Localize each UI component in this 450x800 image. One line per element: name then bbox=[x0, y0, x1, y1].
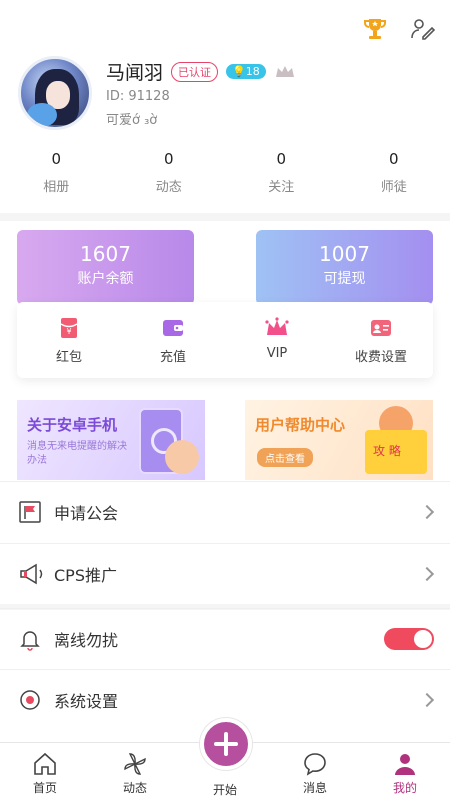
tab-home[interactable]: 首页 bbox=[0, 743, 90, 800]
stat-posts[interactable]: 0 动态 bbox=[113, 150, 226, 195]
tab-mine[interactable]: 我的 bbox=[360, 743, 450, 800]
vip-crown-icon[interactable] bbox=[274, 63, 296, 81]
wallet-section: 1607 账户余额 1007 可提现 ¥ 红包 充值 VIP 收费设置 bbox=[17, 230, 433, 378]
stat-label: 相册 bbox=[43, 180, 70, 195]
banner-subtitle: 消息无来电提醒的解决办法 bbox=[27, 441, 127, 466]
vip-button[interactable]: VIP bbox=[225, 302, 329, 378]
trophy-icon[interactable] bbox=[362, 16, 388, 42]
user-signature: 可爱ớ ₃ờ bbox=[106, 113, 158, 128]
verified-badge: 已认证 bbox=[171, 61, 219, 82]
avatar[interactable] bbox=[18, 56, 92, 130]
stat-value: 0 bbox=[163, 150, 174, 168]
tab-label: 我的 bbox=[392, 781, 417, 795]
menu-item-apply-guild[interactable]: 申请公会 bbox=[0, 481, 450, 541]
chevron-right-icon bbox=[419, 692, 435, 707]
action-label: 充值 bbox=[159, 350, 186, 365]
top-icons bbox=[362, 16, 436, 42]
chat-icon bbox=[302, 751, 328, 777]
red-packet-icon: ¥ bbox=[57, 316, 81, 340]
bell-icon bbox=[18, 627, 42, 651]
pinwheel-icon bbox=[122, 751, 148, 777]
user-id: ID: 91128 bbox=[106, 89, 170, 104]
withdraw-amount: 1007 bbox=[319, 242, 370, 266]
name-row: 马闻羽 已认证 💡18 bbox=[106, 58, 296, 85]
red-packet-button[interactable]: ¥ 红包 bbox=[17, 302, 121, 378]
guide-book-illustration bbox=[365, 430, 427, 474]
settings-icon bbox=[18, 688, 42, 712]
profile-header: 马闻羽 已认证 💡18 ID: 91128 可爱ớ ₃ờ bbox=[18, 56, 432, 131]
android-tips-banner[interactable]: 关于安卓手机 消息无来电提醒的解决办法 bbox=[17, 400, 205, 480]
stat-mentors[interactable]: 0 师徒 bbox=[338, 150, 450, 195]
svg-text:¥: ¥ bbox=[66, 327, 71, 336]
stat-following[interactable]: 0 关注 bbox=[225, 150, 338, 195]
recharge-button[interactable]: 充值 bbox=[121, 302, 225, 378]
banner-row: 关于安卓手机 消息无来电提醒的解决办法 用户帮助中心 点击查看 bbox=[17, 400, 433, 480]
withdraw-label: 可提现 bbox=[323, 271, 366, 287]
tab-label: 动态 bbox=[122, 781, 147, 795]
stat-value: 0 bbox=[276, 150, 287, 168]
bulb-icon: 💡 bbox=[232, 65, 246, 78]
menu-item-offline-dnd[interactable]: 离线勿扰 bbox=[0, 608, 450, 668]
tab-label: 首页 bbox=[32, 781, 57, 795]
hand-illustration bbox=[165, 440, 199, 474]
balance-card[interactable]: 1607 账户余额 bbox=[17, 230, 194, 305]
start-plus-button[interactable] bbox=[200, 718, 252, 770]
banner-title: 用户帮助中心 bbox=[255, 416, 346, 434]
edit-profile-icon[interactable] bbox=[410, 16, 436, 42]
chevron-right-icon bbox=[419, 504, 435, 519]
action-label: 收费设置 bbox=[354, 350, 407, 365]
balance-label: 账户余额 bbox=[77, 271, 134, 287]
stat-label: 动态 bbox=[155, 180, 182, 195]
stat-value: 0 bbox=[51, 150, 62, 168]
banner-title: 关于安卓手机 bbox=[27, 416, 118, 434]
id-card-icon bbox=[369, 316, 393, 340]
wallet-icon bbox=[161, 316, 185, 340]
tab-label: 消息 bbox=[302, 781, 327, 795]
tab-label: 开始 bbox=[212, 783, 237, 797]
fee-settings-button[interactable]: 收费设置 bbox=[329, 302, 433, 378]
action-label: 红包 bbox=[55, 350, 82, 365]
home-icon bbox=[32, 751, 58, 777]
dnd-toggle[interactable] bbox=[384, 627, 434, 650]
menu-label: 申请公会 bbox=[54, 503, 119, 523]
level-badge: 💡18 bbox=[226, 64, 266, 79]
tab-messages[interactable]: 消息 bbox=[270, 743, 360, 800]
action-label: VIP bbox=[266, 346, 288, 361]
stat-value: 0 bbox=[388, 150, 399, 168]
crown-icon bbox=[265, 316, 289, 340]
stats-row: 0 相册 0 动态 0 关注 0 师徒 bbox=[0, 150, 450, 195]
menu-label: 离线勿扰 bbox=[54, 630, 119, 650]
menu-item-cps[interactable]: CPS推广 bbox=[0, 543, 450, 603]
section-divider bbox=[0, 213, 450, 221]
stat-label: 关注 bbox=[268, 180, 295, 195]
user-icon bbox=[392, 751, 418, 777]
help-center-banner[interactable]: 用户帮助中心 点击查看 bbox=[245, 400, 433, 480]
menu-label: 系统设置 bbox=[54, 691, 119, 711]
level-value: 18 bbox=[245, 65, 260, 78]
megaphone-icon bbox=[18, 562, 43, 586]
stat-albums[interactable]: 0 相册 bbox=[0, 150, 113, 195]
stat-label: 师徒 bbox=[380, 180, 407, 195]
view-button[interactable]: 点击查看 bbox=[257, 448, 313, 467]
user-name: 马闻羽 bbox=[106, 62, 164, 84]
wallet-actions: ¥ 红包 充值 VIP 收费设置 bbox=[17, 302, 433, 378]
menu-label: CPS推广 bbox=[54, 565, 117, 585]
flag-icon bbox=[18, 500, 42, 524]
balance-amount: 1607 bbox=[80, 242, 131, 266]
withdraw-card[interactable]: 1007 可提现 bbox=[256, 230, 433, 305]
tab-moments[interactable]: 动态 bbox=[90, 743, 180, 800]
chevron-right-icon bbox=[419, 566, 435, 581]
